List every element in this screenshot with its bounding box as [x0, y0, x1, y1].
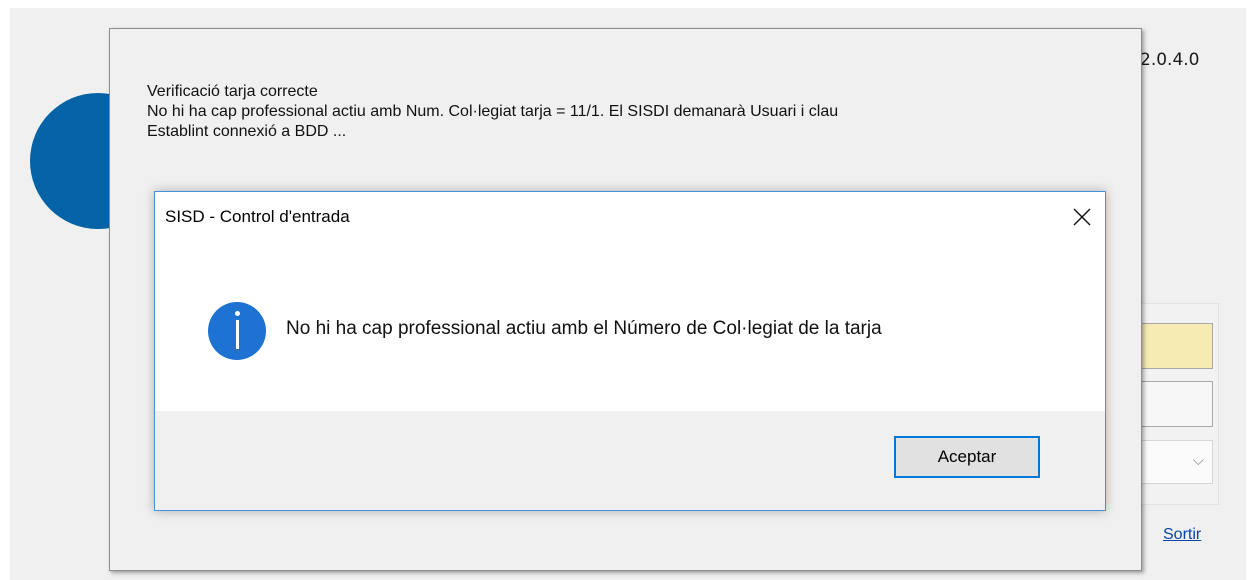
log-line: Establint connexió a BDD ... [147, 123, 347, 140]
version-label: 2.0.4.0 [1140, 50, 1200, 70]
dialog-footer: Aceptar [155, 411, 1105, 510]
dialog-message: No hi ha cap professional actiu amb el N… [286, 318, 882, 339]
ok-button[interactable]: Aceptar [894, 436, 1040, 478]
info-icon [208, 302, 266, 360]
dialog-title: SISD - Control d'entrada [165, 207, 350, 226]
user-field[interactable] [1132, 381, 1213, 427]
log-line: Verificació tarja correcte [147, 83, 318, 100]
card-number-field[interactable] [1132, 323, 1213, 369]
chevron-down-icon[interactable]: ⌵ [1193, 451, 1204, 469]
profile-dropdown[interactable]: ⌵ [1132, 440, 1213, 484]
exit-link[interactable]: Sortir [1163, 526, 1201, 544]
log-line: No hi ha cap professional actiu amb Num.… [147, 103, 839, 120]
close-icon[interactable] [1059, 192, 1105, 242]
message-dialog: SISD - Control d'entrada No hi ha cap pr… [154, 191, 1106, 511]
status-log: Verificació tarja correcte No hi ha cap … [147, 82, 838, 142]
